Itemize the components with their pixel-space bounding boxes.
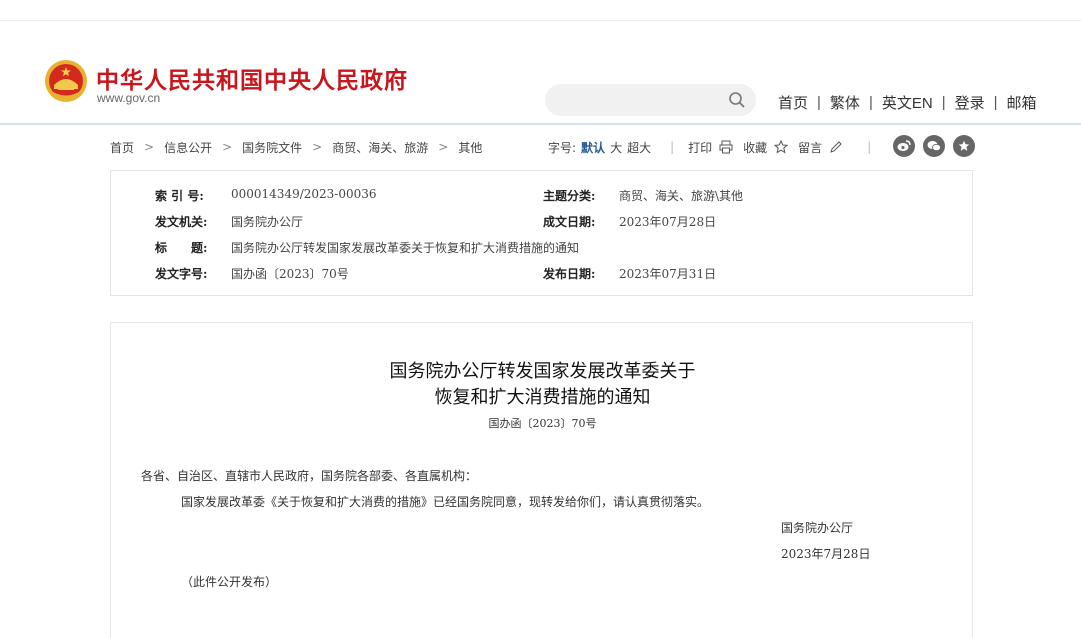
wechat-share-button[interactable]	[923, 135, 945, 157]
national-emblem-icon[interactable]	[44, 59, 88, 103]
star-icon	[958, 140, 970, 151]
breadcrumb-item-category[interactable]: 商贸、海关、旅游	[332, 139, 428, 156]
nav-mail-link[interactable]: 邮箱	[1007, 92, 1037, 113]
breadcrumb-arrow: >	[312, 140, 323, 154]
breadcrumb-item-info[interactable]: 信息公开	[164, 139, 212, 156]
site-title[interactable]: 中华人民共和国中央人民政府	[96, 61, 408, 95]
article-paragraph: 国家发展改革委《关于恢复和扩大消费的措施》已经国务院同意，现转发给你们，请认真贯…	[181, 495, 710, 509]
meta-label: 成文日期:	[543, 215, 596, 229]
search-icon[interactable]	[728, 91, 746, 109]
pencil-icon[interactable]	[829, 140, 843, 154]
meta-value: 2023年07月28日	[619, 215, 717, 229]
article-body: 国务院办公厅转发国家发展改革委关于 恢复和扩大消费措施的通知 国办函〔2023〕…	[110, 322, 973, 638]
nav-separator: |	[868, 94, 873, 111]
wechat-icon	[927, 141, 941, 152]
font-size-label: 字号:	[548, 140, 577, 155]
font-xlarge-button[interactable]: 超大	[627, 139, 651, 156]
meta-value: 商贸、海关、旅游\其他	[619, 189, 744, 203]
share-buttons	[893, 135, 975, 157]
breadcrumb-arrow: >	[438, 140, 449, 154]
article-title-line: 国务院办公厅转发国家发展改革委关于	[389, 361, 696, 382]
meta-published-date: 发布日期: 2023年07月31日	[543, 265, 716, 282]
nav-separator: |	[941, 94, 946, 111]
tools-separator: |	[867, 140, 872, 154]
meta-doc-number: 发文字号: 国办函〔2023〕70号	[155, 265, 349, 282]
meta-title: 标 题: 国务院办公厅转发国家发展改革委关于恢复和扩大消费措施的通知	[155, 239, 579, 256]
meta-index: 索 引 号: 000014349/2023-00036	[155, 187, 377, 204]
meta-label: 标 题:	[155, 241, 208, 255]
meta-value: 000014349/2023-00036	[231, 187, 377, 201]
article-title: 国务院办公厅转发国家发展改革委关于 恢复和扩大消费措施的通知	[111, 359, 974, 411]
nav-separator: |	[993, 94, 998, 111]
meta-label: 索 引 号:	[155, 189, 204, 203]
font-large-button[interactable]: 大	[610, 139, 622, 156]
favorites-share-button[interactable]	[953, 135, 975, 157]
breadcrumb-arrow: >	[144, 140, 155, 154]
site-domain: www.gov.cn	[97, 91, 161, 105]
favorite-button[interactable]: 收藏	[743, 139, 767, 156]
meta-value: 国务院办公厅	[231, 215, 304, 229]
meta-label: 发文机关:	[155, 215, 208, 229]
breadcrumb-arrow: >	[222, 140, 233, 154]
meta-issuer: 发文机关: 国务院办公厅	[155, 213, 303, 230]
breadcrumb-item-docs[interactable]: 国务院文件	[242, 139, 302, 156]
top-nav: 首页 | 繁体 | 英文EN | 登录 | 邮箱	[778, 92, 1037, 113]
star-icon[interactable]	[774, 140, 789, 154]
nav-home-link[interactable]: 首页	[778, 92, 808, 113]
nav-traditional-link[interactable]: 繁体	[830, 92, 860, 113]
meta-label: 发布日期:	[543, 267, 596, 281]
search-input[interactable]	[545, 84, 756, 116]
tools-separator: |	[670, 140, 675, 154]
site-header: 中华人民共和国中央人民政府 www.gov.cn 首页 | 繁体 | 英文EN …	[0, 21, 1081, 125]
meta-label: 发文字号:	[155, 267, 208, 281]
print-button[interactable]: 打印	[688, 139, 712, 156]
weibo-share-button[interactable]	[893, 135, 915, 157]
document-metadata: 索 引 号: 000014349/2023-00036 主题分类: 商贸、海关、…	[110, 170, 973, 296]
article-date: 2023年7月28日	[781, 547, 871, 561]
meta-value: 2023年07月31日	[619, 267, 717, 281]
article-publish-note: （此件公开发布）	[181, 575, 278, 589]
nav-separator: |	[817, 94, 821, 111]
article-doc-number: 国办函〔2023〕70号	[488, 417, 597, 430]
article-salutation: 各省、自治区、直辖市人民政府，国务院各部委、各直属机构：	[141, 469, 478, 483]
page-tools: 字号: 默认 大 超大 | 打印 收藏 留言 |	[548, 135, 885, 159]
font-default-button[interactable]: 默认	[581, 139, 605, 156]
meta-written-date: 成文日期: 2023年07月28日	[543, 213, 716, 230]
weibo-icon	[897, 140, 911, 151]
comment-button[interactable]: 留言	[798, 139, 822, 156]
meta-label: 主题分类:	[543, 189, 596, 203]
meta-value: 国办函〔2023〕70号	[231, 267, 349, 281]
article-signature: 国务院办公厅	[781, 521, 854, 535]
nav-english-link[interactable]: 英文EN	[882, 92, 933, 113]
meta-topic: 主题分类: 商贸、海关、旅游\其他	[543, 187, 743, 204]
meta-value: 国务院办公厅转发国家发展改革委关于恢复和扩大消费措施的通知	[231, 241, 580, 255]
breadcrumb-item-other[interactable]: 其他	[458, 139, 482, 156]
breadcrumb-item-home[interactable]: 首页	[110, 139, 134, 156]
breadcrumb: 首页 > 信息公开 > 国务院文件 > 商贸、海关、旅游 > 其他 字号: 默认…	[110, 135, 975, 159]
article-title-line: 恢复和扩大消费措施的通知	[434, 387, 651, 408]
nav-login-link[interactable]: 登录	[955, 92, 985, 113]
printer-icon[interactable]	[719, 140, 733, 154]
